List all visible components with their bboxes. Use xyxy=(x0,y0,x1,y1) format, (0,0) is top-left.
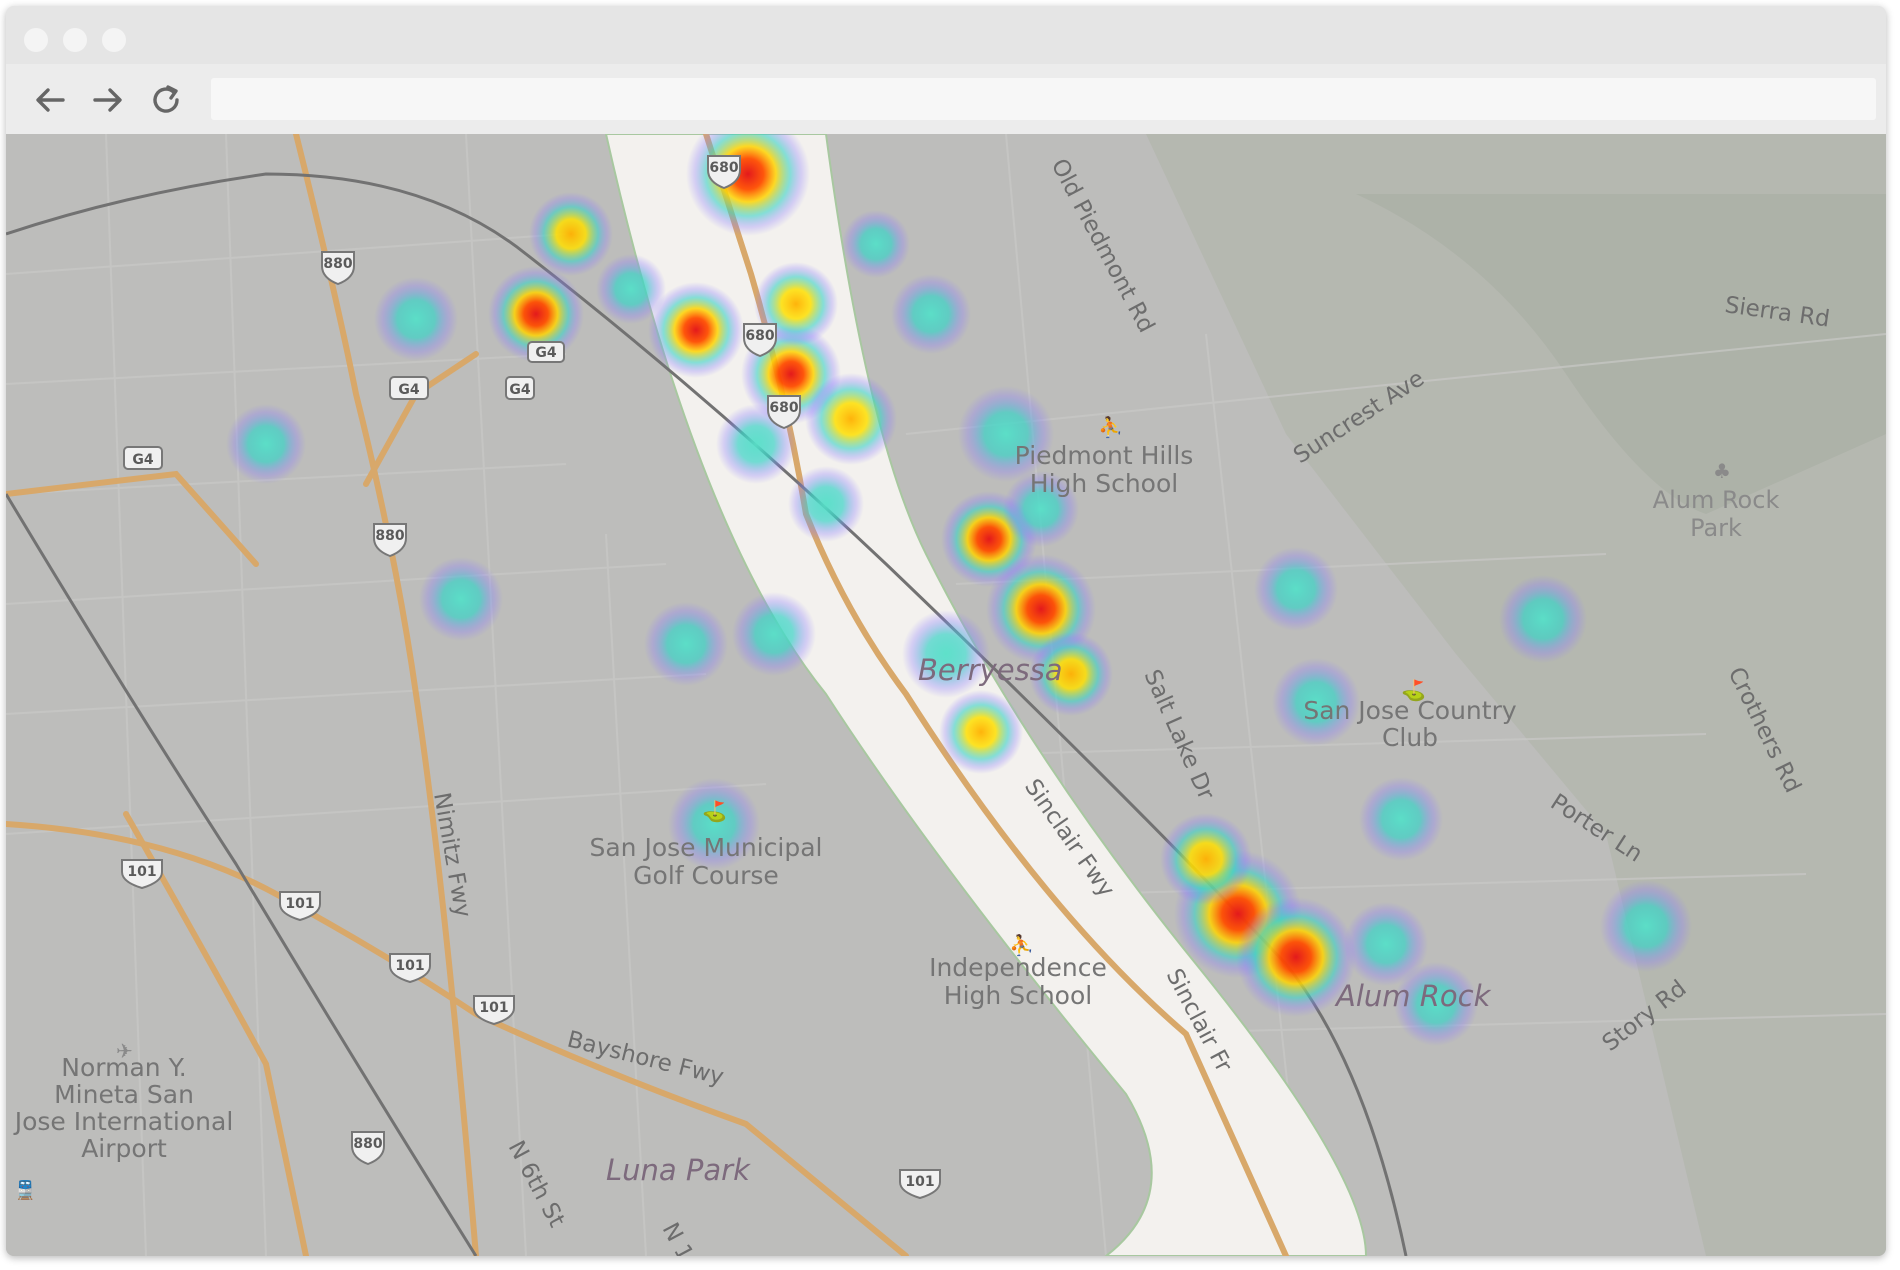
label-luna-park: Luna Park xyxy=(606,1153,751,1187)
label-alum-rock-park-2: Park xyxy=(1690,514,1742,542)
label-alum-rock: Alum Rock xyxy=(1334,979,1492,1013)
label-airport-1: Norman Y. xyxy=(61,1053,186,1082)
svg-text:G4: G4 xyxy=(535,345,556,361)
heat-spot xyxy=(596,254,666,324)
svg-text:880: 880 xyxy=(353,1136,382,1152)
heat-spot xyxy=(842,210,910,278)
heat-spot xyxy=(419,557,503,641)
heat-spot xyxy=(805,373,897,465)
park-icon: ♣ xyxy=(1713,459,1731,483)
title-bar xyxy=(6,6,1886,64)
label-airport-4: Airport xyxy=(81,1134,167,1163)
label-piedmont-hills-1: Piedmont Hills xyxy=(1015,441,1194,470)
close-window-button[interactable] xyxy=(24,28,48,52)
heat-spot xyxy=(1359,777,1443,861)
label-airport-3: Jose International xyxy=(13,1107,234,1136)
browser-window: 680 680 680 880 880 880 G4 G4 G4 G4 101 … xyxy=(6,6,1886,1256)
label-airport-2: Mineta San xyxy=(54,1080,194,1109)
shield-g4: G4 xyxy=(123,446,163,470)
heatmap-map[interactable]: 680 680 680 880 880 880 G4 G4 G4 G4 101 … xyxy=(6,134,1886,1256)
heat-spot xyxy=(644,602,728,686)
svg-text:G4: G4 xyxy=(132,452,153,468)
heat-spot xyxy=(1499,575,1587,663)
svg-text:101: 101 xyxy=(127,864,156,880)
svg-text:680: 680 xyxy=(769,400,798,416)
maximize-window-button[interactable] xyxy=(102,28,126,52)
shield-g4: G4 xyxy=(527,341,565,363)
label-berryessa: Berryessa xyxy=(918,653,1063,687)
svg-text:680: 680 xyxy=(745,328,774,344)
heat-spot xyxy=(1160,813,1252,905)
school-icon: ⛹ xyxy=(1098,415,1123,439)
train-icon: 🚆 xyxy=(14,1179,36,1201)
heat-spot xyxy=(939,690,1023,774)
forward-button[interactable] xyxy=(88,80,128,120)
back-button[interactable] xyxy=(30,80,70,120)
heat-spot xyxy=(891,274,971,354)
label-alum-rock-park-1: Alum Rock xyxy=(1653,486,1780,514)
label-sj-country-club-1: San Jose Country xyxy=(1303,696,1517,725)
arrow-left-icon xyxy=(36,88,65,112)
arrow-right-icon xyxy=(93,88,122,112)
map-canvas: 680 680 680 880 880 880 G4 G4 G4 G4 101 … xyxy=(6,134,1886,1256)
svg-text:G4: G4 xyxy=(509,382,530,398)
svg-text:G4: G4 xyxy=(398,382,419,398)
heat-spot xyxy=(1600,880,1692,972)
browser-toolbar xyxy=(6,64,1886,135)
svg-text:101: 101 xyxy=(479,1000,508,1016)
label-sj-golf-1: San Jose Municipal xyxy=(589,833,822,862)
svg-text:680: 680 xyxy=(709,160,738,176)
shield-g4: G4 xyxy=(389,376,429,400)
heat-spot xyxy=(1254,547,1338,631)
reload-icon xyxy=(153,85,179,113)
heat-spot xyxy=(732,592,816,676)
heat-spot xyxy=(374,277,458,361)
svg-text:101: 101 xyxy=(905,1174,934,1190)
address-bar[interactable] xyxy=(211,78,1876,120)
svg-text:880: 880 xyxy=(375,528,404,544)
label-sj-country-club-2: Club xyxy=(1382,723,1438,752)
heat-spot xyxy=(788,466,864,542)
label-independence-2: High School xyxy=(944,981,1092,1010)
minimize-window-button[interactable] xyxy=(63,28,87,52)
svg-text:101: 101 xyxy=(395,958,424,974)
label-piedmont-hills-2: High School xyxy=(1030,469,1178,498)
reload-button[interactable] xyxy=(146,80,186,120)
svg-text:880: 880 xyxy=(323,256,352,272)
heat-spot xyxy=(529,192,613,276)
label-independence-1: Independence xyxy=(929,953,1107,982)
shield-g4: G4 xyxy=(505,376,535,400)
svg-text:101: 101 xyxy=(285,896,314,912)
golf-icon: ⛳ xyxy=(702,799,727,823)
heat-spot xyxy=(226,404,306,484)
label-sj-golf-2: Golf Course xyxy=(633,861,779,890)
